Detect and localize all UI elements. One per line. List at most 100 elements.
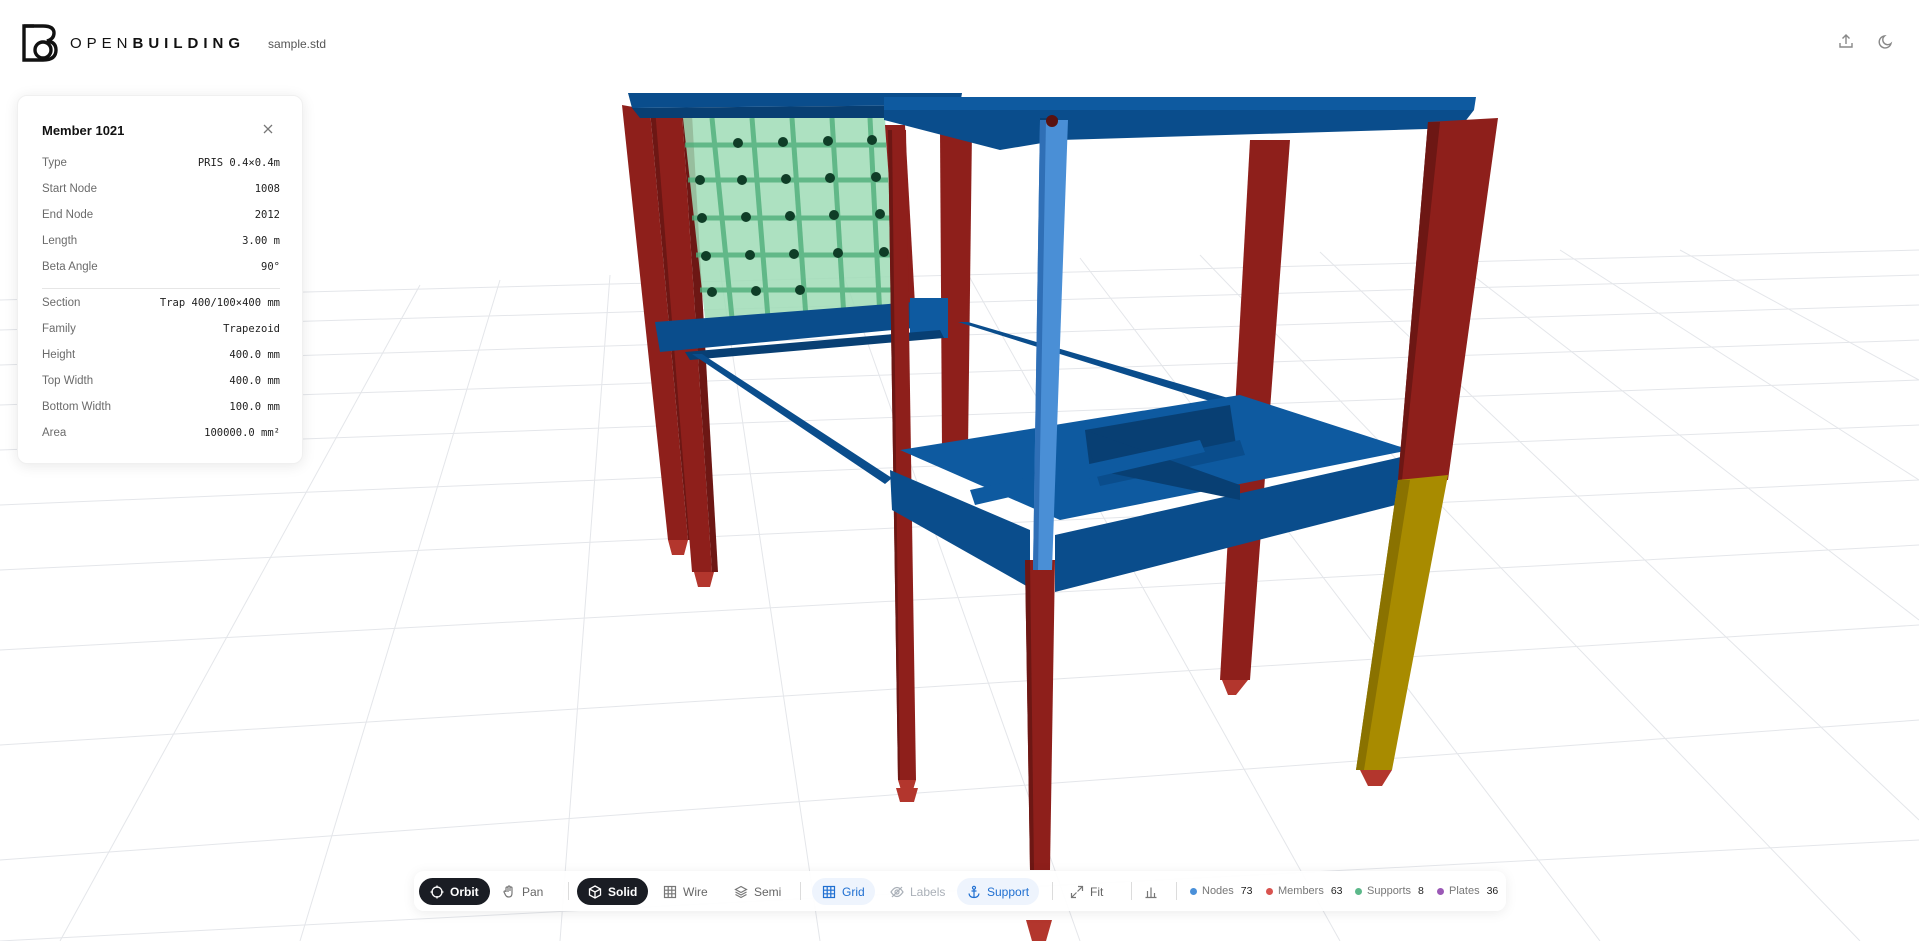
chart-button[interactable]: [1138, 878, 1164, 905]
stat-label: Members: [1278, 885, 1324, 897]
property-label: Type: [42, 157, 67, 169]
brand-name: OPENBUILDING: [70, 35, 245, 52]
property-label: Bottom Width: [42, 401, 112, 413]
pan-button[interactable]: Pan: [496, 878, 549, 905]
solid-button[interactable]: Solid: [577, 878, 649, 905]
hand-icon: [503, 884, 513, 898]
front-left-column[interactable]: [888, 130, 916, 800]
upload-icon[interactable]: [1837, 32, 1855, 50]
stat-label: Supports: [1367, 885, 1412, 897]
property-value: PRIS 0.4×0.4m: [197, 157, 280, 169]
property-row-bottom-width: Bottom Width 100.0 mm: [42, 398, 280, 418]
property-label: Height: [42, 349, 76, 361]
labels-label: Labels: [910, 884, 946, 899]
property-value: 100.0 mm: [229, 401, 280, 413]
property-label: Section: [42, 297, 81, 309]
property-value: 3.00 m: [242, 235, 280, 247]
labels-toggle[interactable]: Labels: [884, 878, 951, 905]
highlighted-member-yellow[interactable]: [1356, 475, 1448, 786]
toolbar-divider: [568, 882, 569, 900]
orbit-icon: [430, 885, 444, 898]
front-frame[interactable]: [890, 395, 1415, 592]
anchor-icon: [968, 885, 980, 898]
property-row-type: Type PRIS 0.4×0.4m: [42, 154, 280, 174]
orbit-button[interactable]: Orbit: [419, 878, 490, 905]
stat-count: 8: [1418, 885, 1424, 897]
property-value: 90°: [261, 261, 280, 273]
stat-count: 63: [1330, 885, 1343, 897]
toolbar-divider: [1176, 882, 1177, 900]
stat-label: Plates: [1449, 885, 1480, 897]
grid-icon: [822, 885, 836, 898]
wire-button[interactable]: Wire: [657, 878, 714, 905]
property-label: Start Node: [42, 183, 97, 195]
cube-icon: [588, 884, 602, 899]
property-value: 400.0 mm: [229, 349, 280, 361]
moon-icon[interactable]: [1877, 32, 1895, 50]
right-front-column[interactable]: [1398, 118, 1498, 480]
panel-title: Member 1021: [42, 123, 125, 138]
property-label: Beta Angle: [42, 261, 98, 273]
property-row-length: Length 3.00 m: [42, 232, 280, 252]
property-label: Length: [42, 235, 78, 247]
grid-label: Grid: [842, 884, 865, 899]
panel-divider: [42, 288, 280, 289]
brand-logo[interactable]: OPENBUILDING: [21, 22, 245, 64]
property-label: Top Width: [42, 375, 94, 387]
grid-toggle[interactable]: Grid: [812, 878, 875, 905]
semi-button[interactable]: Semi: [728, 878, 787, 905]
logo-mark-icon: [22, 24, 58, 62]
expand-icon: [1070, 885, 1084, 898]
members-dot-icon: [1266, 887, 1273, 895]
app-header: OPENBUILDING sample.std: [0, 0, 1919, 80]
brand-name-light: OPEN: [70, 34, 133, 52]
property-row-start-node: Start Node 1008: [42, 180, 280, 200]
property-value: 100000.0 mm²: [204, 427, 280, 439]
grid-icon: [663, 885, 677, 898]
property-value: 2012: [254, 209, 280, 221]
property-row-top-width: Top Width 400.0 mm: [42, 372, 280, 392]
property-row-section: Section Trap 400/100×400 mm: [42, 294, 280, 314]
stat-count: 73: [1240, 885, 1253, 897]
property-row-height: Height 400.0 mm: [42, 346, 280, 366]
fit-label: Fit: [1090, 884, 1104, 899]
property-value: Trapezoid: [223, 323, 280, 335]
layers-icon: [734, 885, 748, 898]
support-toggle[interactable]: Support: [957, 878, 1040, 905]
support-label: Support: [987, 884, 1030, 899]
member-detail-panel: Member 1021 Type PRIS 0.4×0.4m Start Node…: [17, 95, 303, 464]
property-row-area: Area 100000.0 mm²: [42, 424, 280, 444]
view-toolbar: Orbit Pan Solid Wire Semi Grid Labels Su…: [414, 871, 1506, 911]
toolbar-divider: [800, 882, 801, 900]
toolbar-divider: [1052, 882, 1053, 900]
semi-label: Semi: [754, 884, 782, 899]
stat-plates: Plates 36: [1437, 885, 1498, 897]
fit-button[interactable]: Fit: [1064, 878, 1109, 905]
file-name: sample.std: [268, 37, 327, 51]
close-icon[interactable]: [261, 122, 275, 136]
nodes-dot-icon: [1190, 887, 1197, 895]
brand-name-bold: BUILDING: [132, 34, 246, 52]
stat-nodes: Nodes 73: [1190, 885, 1252, 897]
stat-supports: Supports 8: [1355, 885, 1424, 897]
property-row-family: Family Trapezoid: [42, 320, 280, 340]
toolbar-divider: [1131, 882, 1132, 900]
property-value: 1008: [254, 183, 280, 195]
property-row-end-node: End Node 2012: [42, 206, 280, 226]
stat-label: Nodes: [1202, 885, 1234, 897]
plates-dot-icon: [1437, 887, 1444, 895]
property-label: Area: [42, 427, 67, 439]
property-value: Trap 400/100×400 mm: [159, 297, 280, 309]
stat-count: 36: [1486, 885, 1499, 897]
stat-members: Members 63: [1266, 885, 1343, 897]
support-markers: [896, 788, 918, 802]
bar-chart-icon: [1145, 887, 1157, 898]
pan-label: Pan: [522, 884, 544, 899]
solid-label: Solid: [608, 884, 638, 899]
plate-mesh[interactable]: [683, 117, 898, 319]
eye-off-icon: [890, 886, 904, 897]
property-label: Family: [42, 323, 76, 335]
property-row-beta-angle: Beta Angle 90°: [42, 258, 280, 278]
property-value: 400.0 mm: [229, 375, 280, 387]
property-label: End Node: [42, 209, 94, 221]
